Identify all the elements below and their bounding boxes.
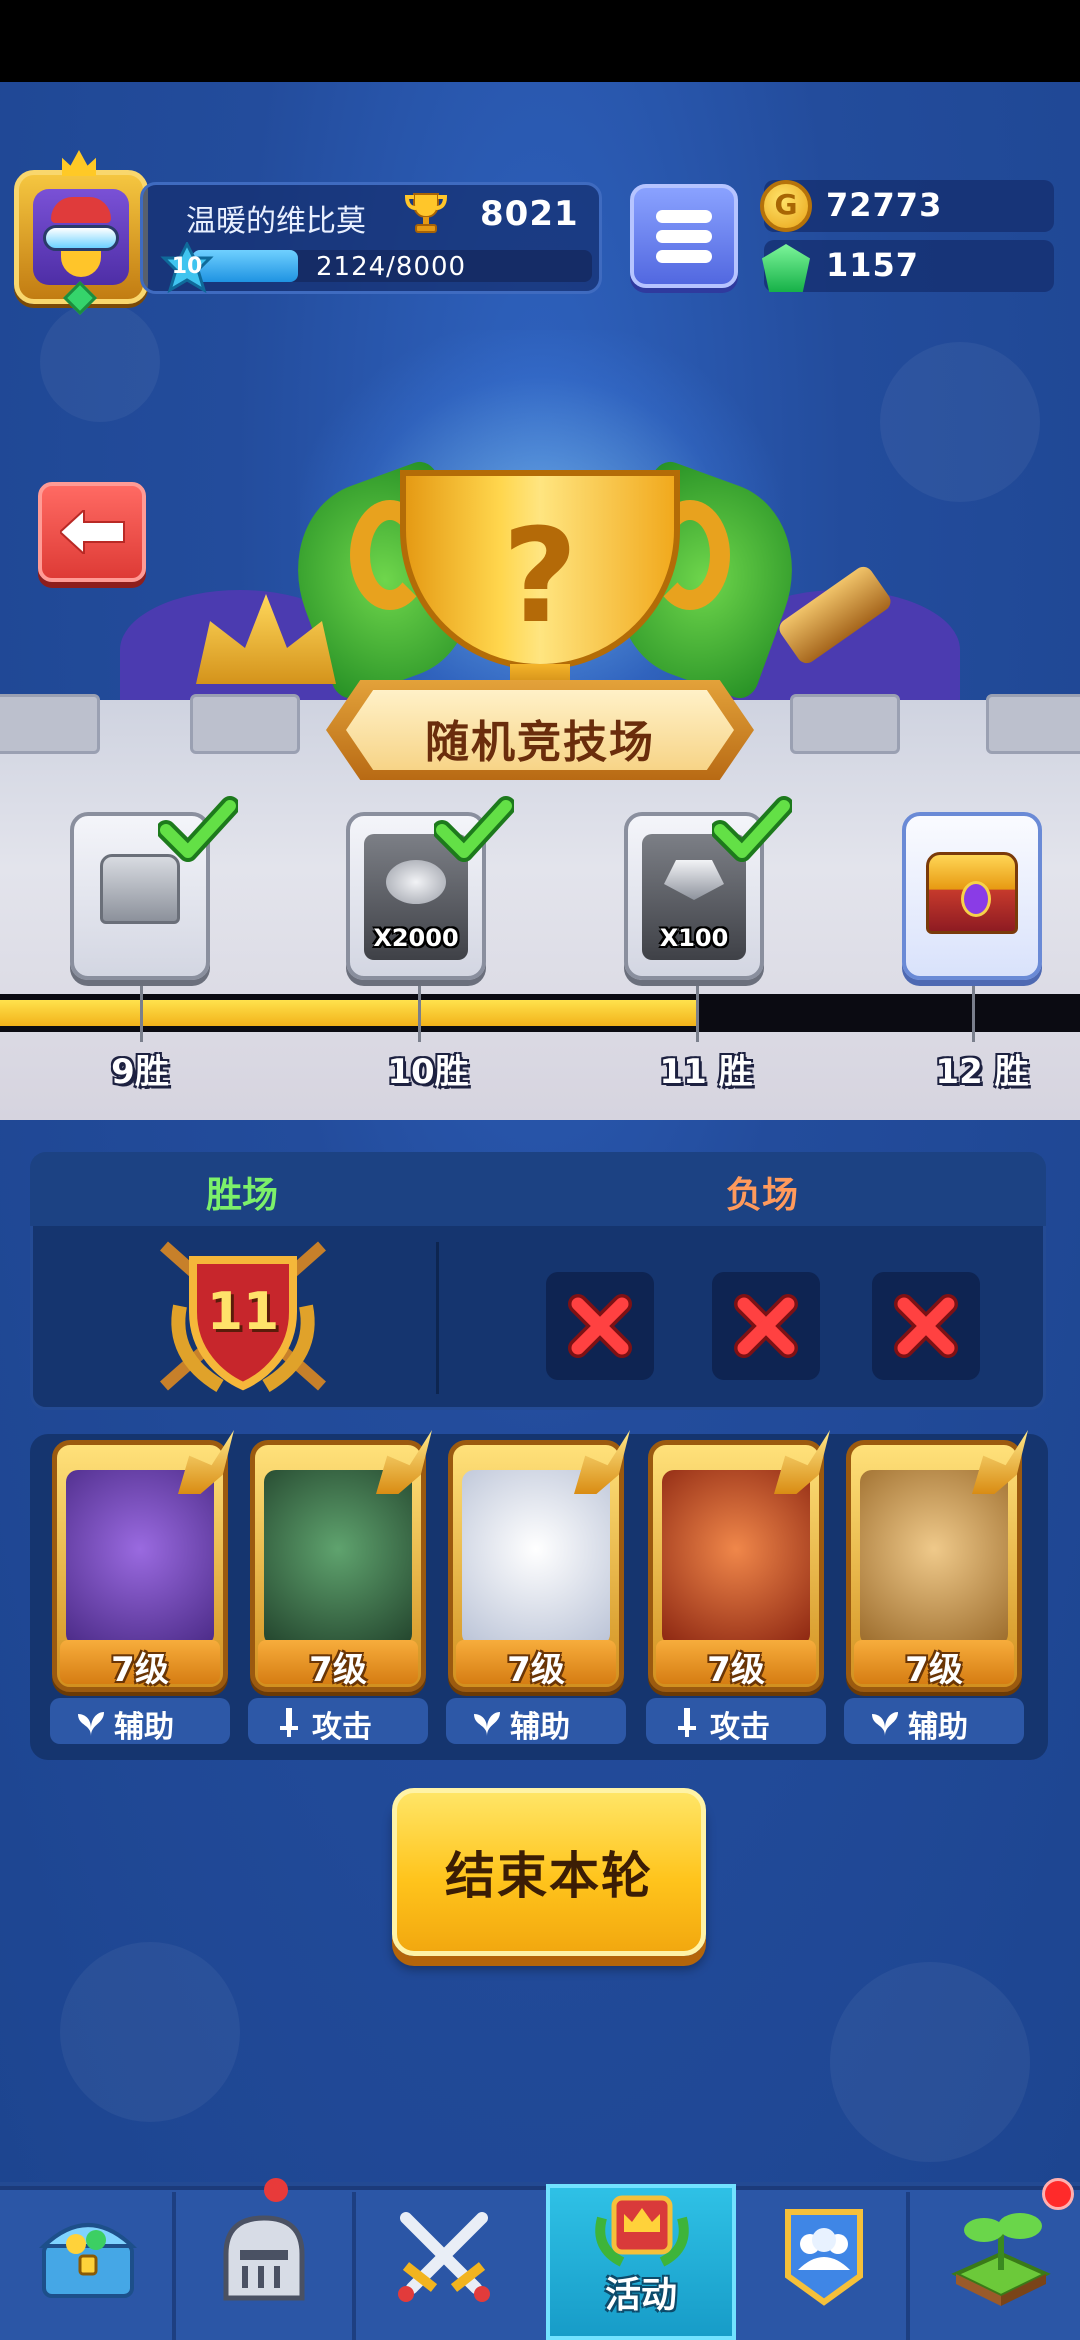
hero-role: 辅助 (510, 1710, 570, 1745)
loss-slot (872, 1272, 980, 1380)
treasure-chest-icon (39, 2223, 137, 2298)
nav-guild[interactable] (736, 2190, 912, 2340)
question-mark-icon: ? (502, 500, 578, 652)
hero-card[interactable]: 7级 攻击 (642, 1430, 830, 1748)
crossed-swords-icon (398, 2212, 490, 2302)
knight-helmet-icon (223, 2215, 305, 2301)
reward-qty: X2000 (373, 924, 459, 952)
close-icon (734, 1294, 798, 1358)
loss-slot (712, 1272, 820, 1380)
hero-card[interactable]: 7级 辅助 (46, 1430, 234, 1748)
hero-portrait (264, 1470, 412, 1646)
win-milestone-label: 10胜 (387, 1052, 469, 1092)
support-icon (474, 1712, 500, 1736)
close-icon (894, 1294, 958, 1358)
loss-slot (546, 1272, 654, 1380)
end-round-label: 结束本轮 (445, 1847, 653, 1905)
hero-level: 7级 (707, 1650, 765, 1690)
divider (436, 1242, 439, 1394)
crown-icon (595, 2195, 689, 2267)
gold-amount: 72773 (826, 186, 943, 224)
gold-coin-icon (760, 180, 812, 232)
hero-portrait (860, 1470, 1008, 1646)
menu-button[interactable] (630, 184, 738, 288)
arrow-left-icon (60, 510, 125, 554)
hero-role: 辅助 (114, 1710, 174, 1745)
sword-icon (280, 1708, 298, 1737)
back-button[interactable] (38, 482, 146, 582)
menu-bar (656, 230, 712, 243)
wins-label: 胜场 (205, 1175, 278, 1216)
progress-tick (972, 986, 975, 1042)
trophy-icon (404, 193, 448, 233)
hero-level: 7级 (507, 1650, 565, 1690)
reward-qty: X100 (659, 924, 729, 952)
xp-text: 2124/8000 (316, 252, 467, 282)
hero-portrait (462, 1470, 610, 1646)
progress-tick (418, 986, 421, 1042)
menu-bar (656, 250, 712, 263)
checkmark-icon (712, 796, 792, 862)
hero-portrait (66, 1470, 214, 1646)
nav-heroes[interactable] (176, 2190, 352, 2340)
nav-battle[interactable] (356, 2190, 532, 2340)
silver-coins-icon (386, 860, 446, 904)
win-milestone-label: 12 胜 (935, 1052, 1029, 1092)
wins-count: 11 (206, 1282, 280, 1342)
sword-icon (678, 1708, 696, 1737)
team-banner-icon (785, 2209, 863, 2306)
wall-merlon (790, 694, 900, 754)
player-level: 10 (171, 254, 203, 279)
nav-activities-label: 活动 (604, 2275, 677, 2316)
sprout-icon (951, 2213, 1051, 2306)
support-icon (872, 1712, 898, 1736)
silver-chest-icon (100, 854, 180, 924)
gem-amount: 1157 (826, 246, 920, 284)
nav-farm[interactable] (910, 2190, 1080, 2340)
support-icon (78, 1712, 104, 1736)
reward-slot-12[interactable] (902, 812, 1042, 980)
checkmark-icon (434, 796, 514, 862)
hero-level: 7级 (111, 1650, 169, 1690)
hero-role: 攻击 (312, 1710, 372, 1745)
win-progress-fill (0, 1000, 696, 1026)
menu-bar (656, 210, 712, 223)
progress-tick (140, 986, 143, 1042)
hero-level: 7级 (309, 1650, 367, 1690)
wall-merlon (190, 694, 300, 754)
trophy-count: 8021 (480, 194, 579, 234)
hero-card[interactable]: 7级 攻击 (244, 1430, 432, 1748)
gold-chest-icon (926, 852, 1018, 934)
hero-card[interactable]: 7级 辅助 (840, 1430, 1028, 1748)
helmet-plume (264, 2178, 288, 2202)
close-icon (568, 1294, 632, 1358)
nav-shop[interactable] (0, 2190, 176, 2340)
checkmark-icon (158, 796, 238, 862)
losses-label: 负场 (725, 1175, 798, 1216)
win-milestone-label: 9胜 (111, 1052, 169, 1092)
win-milestone-label: 11 胜 (659, 1052, 753, 1092)
status-bar (0, 0, 1080, 82)
hero-portrait (662, 1470, 810, 1646)
hero-card[interactable]: 7级 辅助 (442, 1430, 630, 1748)
progress-tick (696, 986, 699, 1042)
wall-merlon (986, 694, 1080, 754)
notification-dot (1042, 2178, 1074, 2210)
hero-role: 辅助 (908, 1710, 968, 1745)
arena-title: 随机竞技场 (425, 717, 655, 768)
player-name: 温暖的维比莫 (186, 204, 366, 239)
hero-level: 7级 (905, 1650, 963, 1690)
wall-merlon (0, 694, 100, 754)
hero-role: 攻击 (710, 1710, 770, 1745)
